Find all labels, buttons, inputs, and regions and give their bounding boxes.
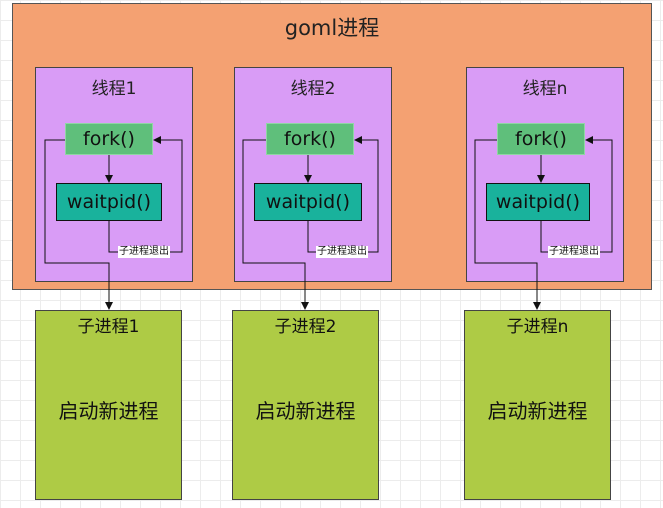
thread-1-exit-label: 子进程退出 xyxy=(118,246,170,258)
thread-n-exit-loop-arrow xyxy=(540,136,613,253)
thread-2-fork-to-child-arrow xyxy=(242,139,309,310)
thread-1-exit-loop-arrow xyxy=(108,136,183,253)
thread-2-exit-loop-arrow xyxy=(307,136,379,253)
thread-n-exit-label: 子进程退出 xyxy=(548,246,600,258)
thread-2-exit-label: 子进程退出 xyxy=(316,246,368,258)
thread-1-fork-to-child-arrow xyxy=(44,139,113,310)
thread-n-fork-to-child-arrow xyxy=(474,139,541,310)
